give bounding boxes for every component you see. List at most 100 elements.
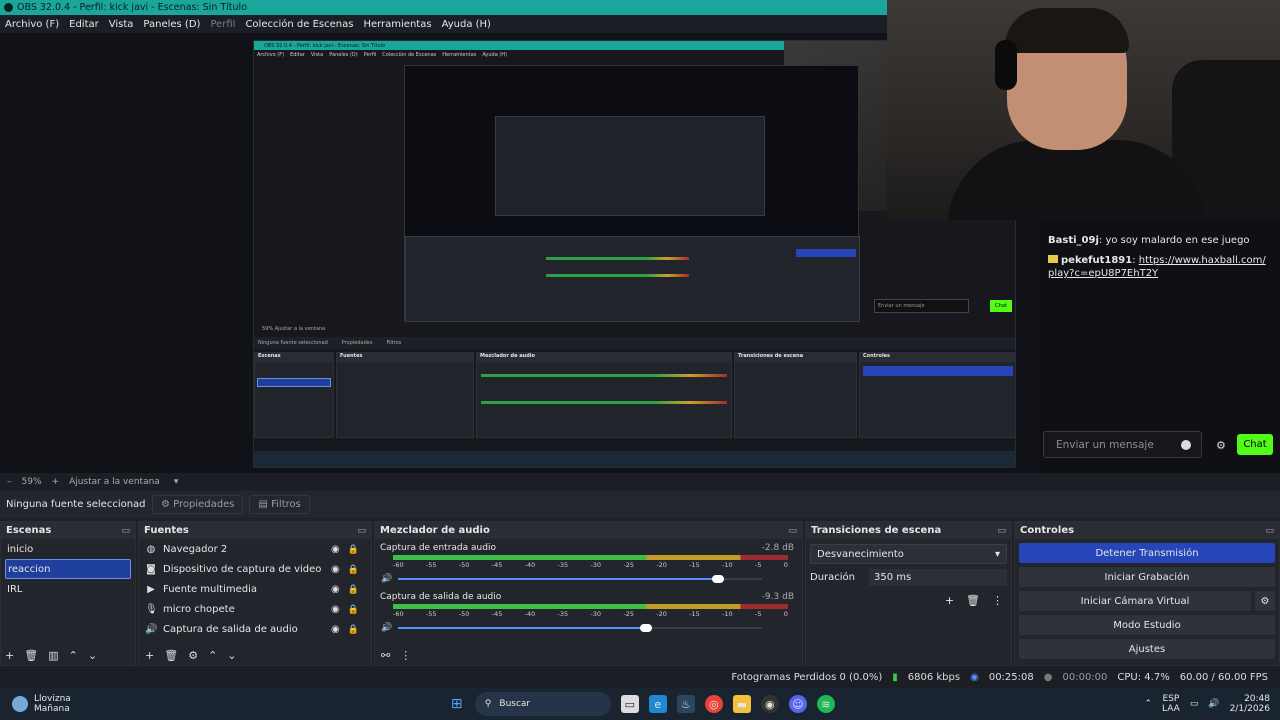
lang-region: LAA bbox=[1162, 704, 1180, 714]
studio-mode-button[interactable]: Modo Estudio bbox=[1019, 615, 1275, 635]
discord-icon[interactable]: ☺ bbox=[788, 695, 807, 713]
volume-slider[interactable] bbox=[398, 574, 762, 584]
scene-item[interactable]: IRL bbox=[1, 579, 135, 599]
lock-icon[interactable]: 🔒 bbox=[348, 585, 359, 595]
arrow-up-icon[interactable]: ⌃ bbox=[69, 649, 78, 662]
fps: 60.00 / 60.00 FPS bbox=[1179, 671, 1268, 683]
nested-dock-title: Mezclador de audio bbox=[477, 353, 731, 362]
link-icon[interactable]: ⚯ bbox=[381, 649, 390, 662]
add-icon[interactable]: + bbox=[945, 594, 954, 607]
zoom-in-button[interactable]: + bbox=[52, 477, 60, 487]
volume-knob[interactable] bbox=[639, 624, 652, 632]
source-item[interactable]: ▶ Fuente multimedia ◉ 🔒 bbox=[139, 579, 371, 599]
eye-icon[interactable]: ◉ bbox=[331, 564, 340, 575]
chat-username[interactable]: pekefut1891 bbox=[1061, 255, 1132, 266]
source-name: micro chopete bbox=[163, 603, 235, 615]
lock-icon[interactable]: 🔒 bbox=[348, 565, 359, 575]
speaker-icon[interactable]: 🔊 bbox=[381, 574, 392, 584]
steam-icon[interactable]: ♨ bbox=[676, 695, 695, 713]
gear-icon[interactable]: ⚙ bbox=[188, 649, 198, 662]
meter-tick-label: -20 bbox=[656, 561, 667, 569]
cpu-usage: CPU: 4.7% bbox=[1117, 671, 1170, 683]
volume-slider[interactable] bbox=[398, 623, 762, 633]
scene-item[interactable]: inicio bbox=[1, 539, 135, 559]
menu-paneles[interactable]: Paneles (D) bbox=[143, 19, 200, 30]
volume-knob[interactable] bbox=[712, 575, 725, 583]
taskbar-search[interactable]: ⚲ Buscar bbox=[474, 692, 611, 716]
chevron-down-icon[interactable]: ▾ bbox=[174, 477, 179, 487]
eye-icon[interactable]: ◉ bbox=[331, 604, 340, 615]
dock-menu-icon[interactable]: ▭ bbox=[121, 526, 130, 536]
more-icon[interactable]: ⋮ bbox=[400, 649, 411, 662]
stop-streaming-button[interactable]: Detener Transmisión bbox=[1019, 543, 1275, 563]
menu-perfil[interactable]: Perfil bbox=[210, 19, 235, 30]
arrow-down-icon[interactable]: ⌄ bbox=[88, 649, 97, 662]
source-item[interactable]: 🔊 Captura de salida de audio ◉ 🔒 bbox=[139, 619, 371, 639]
task-view-icon[interactable]: ▭ bbox=[620, 695, 639, 713]
monitor-icon[interactable]: ▭ bbox=[1190, 699, 1199, 709]
chat-message: pekefut1891: https://www.haxball.com/pla… bbox=[1048, 255, 1266, 279]
clock[interactable]: 20:48 2/1/2026 bbox=[1230, 694, 1270, 714]
trash-icon[interactable]: 🗑 bbox=[164, 649, 178, 662]
chevron-up-icon[interactable]: ⌃ bbox=[1145, 699, 1153, 709]
zoom-bar: – 59% + Ajustar a la ventana ▾ bbox=[0, 473, 1280, 490]
eye-icon[interactable]: ◉ bbox=[331, 624, 340, 635]
arrow-down-icon[interactable]: ⌄ bbox=[227, 649, 236, 662]
spotify-icon[interactable]: ≋ bbox=[816, 695, 835, 713]
arrow-up-icon[interactable]: ⌃ bbox=[208, 649, 217, 662]
dock-menu-icon[interactable]: ▭ bbox=[1265, 526, 1274, 536]
chat-send-button[interactable]: Chat bbox=[1237, 434, 1273, 455]
lock-icon[interactable]: 🔒 bbox=[348, 545, 359, 555]
chat-input[interactable]: Enviar un mensaje bbox=[1043, 431, 1202, 458]
virtual-camera-button[interactable]: Iniciar Cámara Virtual bbox=[1019, 591, 1251, 611]
dock-menu-icon[interactable]: ▭ bbox=[997, 526, 1006, 536]
menu-coleccion[interactable]: Colección de Escenas bbox=[245, 19, 353, 30]
filter-icon[interactable]: ▥ bbox=[48, 649, 58, 662]
eye-icon[interactable]: ◉ bbox=[331, 584, 340, 595]
lock-icon[interactable]: 🔒 bbox=[348, 625, 359, 635]
menu-archivo[interactable]: Archivo (F) bbox=[5, 19, 59, 30]
language-indicator[interactable]: ESP LAA bbox=[1162, 694, 1180, 714]
zoom-value[interactable]: 59% bbox=[22, 477, 42, 487]
folder-icon[interactable]: ▬ bbox=[732, 695, 751, 713]
dock-menu-icon[interactable]: ▭ bbox=[357, 526, 366, 536]
menu-vista[interactable]: Vista bbox=[109, 19, 134, 30]
scene-item-selected[interactable]: reaccion bbox=[5, 559, 131, 579]
menu-herramientas[interactable]: Herramientas bbox=[363, 19, 431, 30]
gear-icon[interactable]: ⚙ bbox=[1255, 591, 1275, 611]
menu-editar[interactable]: Editar bbox=[69, 19, 99, 30]
lock-icon[interactable]: 🔒 bbox=[348, 605, 359, 615]
source-item[interactable]: ◙ Dispositivo de captura de video ◉ 🔒 bbox=[139, 559, 371, 579]
eye-icon[interactable]: ◉ bbox=[331, 544, 340, 555]
transition-value: Desvanecimiento bbox=[817, 548, 904, 560]
filters-button[interactable]: ▤ Filtros bbox=[249, 495, 310, 514]
weather-widget[interactable]: Llovizna Mañana bbox=[12, 694, 71, 714]
gear-icon[interactable]: ⚙ bbox=[1216, 439, 1226, 452]
dock-menu-icon[interactable]: ▭ bbox=[788, 526, 797, 536]
emoji-icon[interactable] bbox=[1181, 440, 1191, 450]
settings-button[interactable]: Ajustes bbox=[1019, 639, 1275, 659]
add-icon[interactable]: + bbox=[145, 649, 154, 662]
duration-input[interactable]: 350 ms bbox=[869, 569, 1007, 586]
more-icon[interactable]: ⋮ bbox=[992, 594, 1003, 607]
fit-window-label[interactable]: Ajustar a la ventana bbox=[69, 477, 160, 487]
obs-icon[interactable]: ◉ bbox=[760, 695, 779, 713]
add-icon[interactable]: + bbox=[5, 649, 14, 662]
source-item[interactable]: ◍ Navegador 2 ◉ 🔒 bbox=[139, 539, 371, 559]
zoom-out-button[interactable]: – bbox=[7, 477, 12, 487]
source-item[interactable]: 🎙 micro chopete ◉ 🔒 bbox=[139, 599, 371, 619]
mic-icon: 🎙 bbox=[145, 603, 158, 615]
chat-username[interactable]: Basti_09j bbox=[1048, 235, 1099, 246]
volume-icon[interactable]: 🔊 bbox=[1208, 699, 1219, 709]
nested-meter bbox=[481, 374, 727, 377]
trash-icon[interactable]: 🗑 bbox=[24, 649, 38, 662]
menu-ayuda[interactable]: Ayuda (H) bbox=[442, 19, 491, 30]
windows-start-icon[interactable]: ⊞ bbox=[448, 695, 466, 713]
chrome-icon[interactable]: ◎ bbox=[704, 695, 723, 713]
transition-select[interactable]: Desvanecimiento ▾ bbox=[810, 544, 1007, 564]
properties-button[interactable]: ⚙ Propiedades bbox=[152, 495, 244, 514]
trash-icon[interactable]: 🗑 bbox=[966, 594, 980, 607]
speaker-icon[interactable]: 🔊 bbox=[381, 623, 392, 633]
start-recording-button[interactable]: Iniciar Grabación bbox=[1019, 567, 1275, 587]
edge-icon[interactable]: e bbox=[648, 695, 667, 713]
